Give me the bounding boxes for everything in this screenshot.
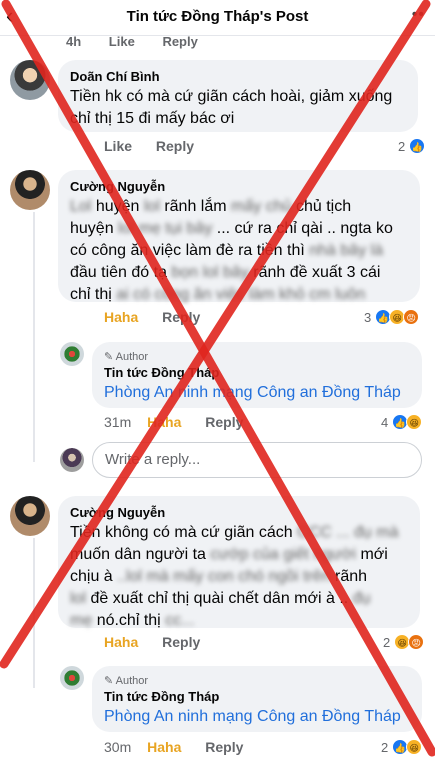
reply-actions: 31m Haha Reply [104, 414, 263, 430]
author-tag: ✎ Author [104, 675, 149, 687]
reaction-summary[interactable]: 4 👍 😆 [381, 414, 423, 430]
haha-icon: 😆 [406, 739, 423, 755]
page-title: Tin tức Đồng Tháp's Post [126, 8, 309, 25]
reaction-summary[interactable]: 2 👍 [398, 138, 426, 154]
author-tag: ✎ Author [104, 351, 149, 363]
comment-bubble: Doãn Chí Bình Tiền hk có mà cứ giãn cách… [58, 60, 418, 132]
reply-button[interactable]: Reply [162, 634, 200, 650]
reply-actions: 30m Haha Reply [104, 739, 263, 755]
reply-input[interactable]: Write a reply... [92, 442, 422, 478]
avatar[interactable] [60, 666, 84, 690]
top-bar: ‹ Tin tức Đồng Tháp's Post •• [0, 0, 435, 36]
comment-bubble: Cường Nguyễn Tiền không có mà cứ giãn cá… [58, 496, 420, 629]
prev-like-button[interactable]: Like [109, 34, 135, 49]
reaction-summary[interactable]: 2 👍 😆 [381, 739, 423, 755]
haha-button[interactable]: Haha [104, 634, 138, 650]
reply-button[interactable]: Reply [205, 414, 243, 430]
comment-actions: Like Reply [104, 138, 214, 154]
commenter-name[interactable]: Doãn Chí Bình [70, 68, 406, 86]
haha-icon: 😆 [406, 414, 423, 430]
like-icon: 👍 [409, 138, 426, 154]
reply-bubble: ✎ Author Tin tức Đồng Tháp Phòng An ninh… [92, 342, 422, 408]
like-button[interactable]: Like [104, 138, 132, 154]
thread-line [33, 212, 35, 462]
comment-actions: Haha Reply [104, 634, 220, 650]
pencil-icon: ✎ [104, 675, 116, 687]
haha-button[interactable]: Haha [147, 739, 181, 755]
reaction-summary[interactable]: 2 😆 😡 [383, 634, 425, 650]
comment-text: Tiền hk có mà cứ giãn cách hoài, giảm xu… [70, 88, 393, 127]
commenter-name[interactable]: Cường Nguyễn [70, 504, 408, 522]
comment-text: Lol huyện lol rãnh lắm mấy chủ chủ tịch … [70, 198, 393, 303]
haha-button[interactable]: Haha [147, 414, 181, 430]
reply-button[interactable]: Reply [156, 138, 194, 154]
replier-name[interactable]: Tin tức Đồng Tháp [104, 364, 410, 382]
reply-bubble: ✎ Author Tin tức Đồng Tháp Phòng An ninh… [92, 666, 422, 732]
commenter-name[interactable]: Cường Nguyễn [70, 178, 408, 196]
thread-line [33, 538, 35, 688]
prev-reply-button[interactable]: Reply [162, 34, 197, 49]
comment-bubble: Cường Nguyễn Lol huyện lol rãnh lắm mấy … [58, 170, 420, 303]
reply-button[interactable]: Reply [162, 309, 200, 325]
haha-button[interactable]: Haha [104, 309, 138, 325]
avatar[interactable] [10, 60, 50, 100]
angry-icon: 😡 [403, 309, 420, 325]
avatar [60, 448, 84, 472]
reply-button[interactable]: Reply [205, 739, 243, 755]
comment-text: Tiền không có mà cứ giãn cách CCC ... đụ… [70, 524, 399, 629]
more-options-icon[interactable]: •• [412, 6, 425, 24]
replier-name[interactable]: Tin tức Đồng Tháp [104, 688, 410, 706]
reply-time: 31m [104, 414, 132, 430]
reaction-summary[interactable]: 3 👍 😆 😡 [364, 309, 420, 325]
avatar[interactable] [60, 342, 84, 366]
comment-actions: Haha Reply [104, 309, 220, 325]
reply-time: 30m [104, 739, 132, 755]
pencil-icon: ✎ [104, 351, 116, 363]
previous-comment-actions: 4h Like Reply [66, 34, 222, 49]
angry-icon: 😡 [408, 634, 425, 650]
avatar[interactable] [10, 496, 50, 536]
avatar[interactable] [10, 170, 50, 210]
prev-time: 4h [66, 34, 82, 49]
reply-text[interactable]: Phòng An ninh mạng Công an Đồng Tháp [104, 382, 410, 404]
reply-text[interactable]: Phòng An ninh mạng Công an Đồng Tháp [104, 706, 410, 728]
